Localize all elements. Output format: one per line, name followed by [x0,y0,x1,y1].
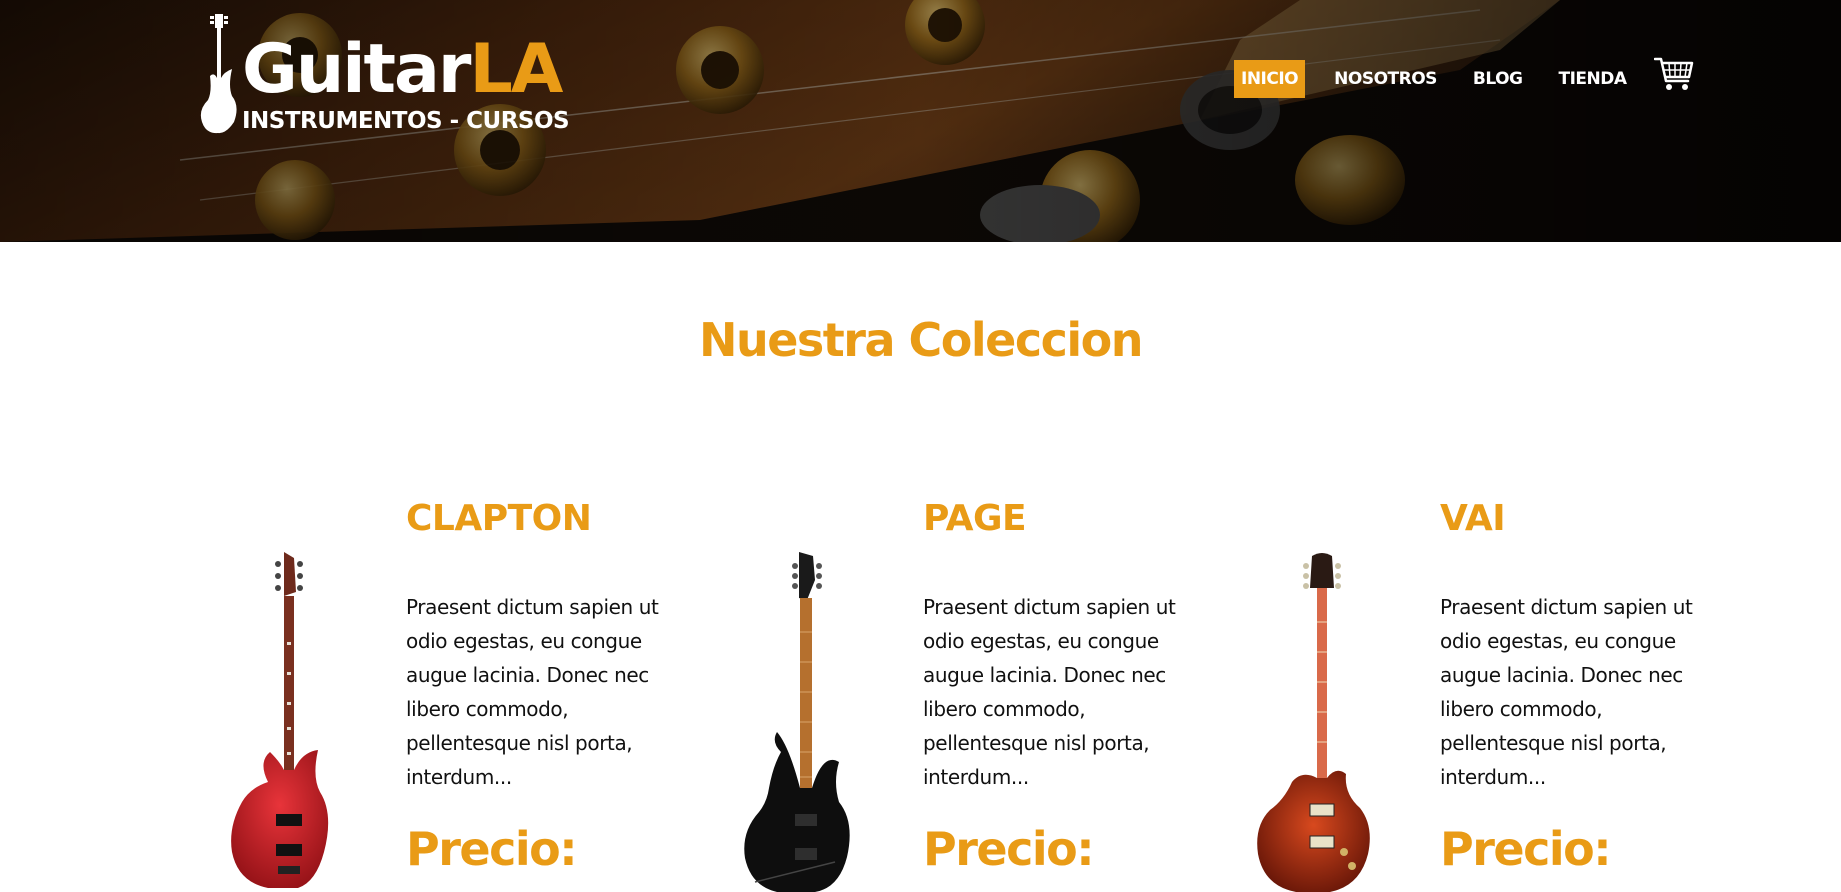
site-header: GuitarLA INSTRUMENTOS - CURSOS INICIO NO… [0,0,1841,242]
site-logo[interactable]: GuitarLA INSTRUMENTOS - CURSOS [198,14,578,136]
product-name: PAGE [923,498,1027,539]
collection-title: Nuestra Coleccion [698,313,1144,367]
product-price-label: Precio: [406,822,578,876]
red-superstrat-guitar-image[interactable] [198,552,348,892]
nav-link-nosotros[interactable]: NOSOTROS [1327,60,1444,98]
guitar-logo-icon [200,14,237,134]
logo-word-guitar: Guitar [242,30,471,109]
product-description: Praesent dictum sapien ut odio egestas, … [406,595,659,789]
logo-word-la: LA [469,30,563,109]
nav-link-blog[interactable]: BLOG [1466,60,1530,98]
product-price-label: Precio: [923,822,1095,876]
black-electric-guitar-image[interactable] [715,552,865,892]
product-price-label: Precio: [1440,822,1612,876]
product-name: CLAPTON [406,498,592,539]
product-description: Praesent dictum sapien ut odio egestas, … [1440,595,1693,789]
shopping-cart-icon[interactable] [1654,56,1694,92]
product-card: CLAPTON Praesent dictum sapien ut odio e… [198,490,678,890]
product-card: PAGE Praesent dictum sapien ut odio eges… [715,490,1195,892]
logo-tagline: INSTRUMENTOS - CURSOS [242,108,570,134]
product-description: Praesent dictum sapien ut odio egestas, … [923,595,1176,789]
nav-link-inicio[interactable]: INICIO [1234,60,1306,98]
product-name: VAI [1440,498,1506,539]
main-navigation: INICIO NOSOTROS BLOG TIENDA [1234,60,1656,98]
product-card: VAI Praesent dictum sapien ut odio egest… [1232,490,1712,892]
cherry-les-paul-guitar-image[interactable] [1232,552,1382,892]
nav-link-tienda[interactable]: TIENDA [1552,60,1634,98]
logo-wordmark: GuitarLA [242,34,563,106]
